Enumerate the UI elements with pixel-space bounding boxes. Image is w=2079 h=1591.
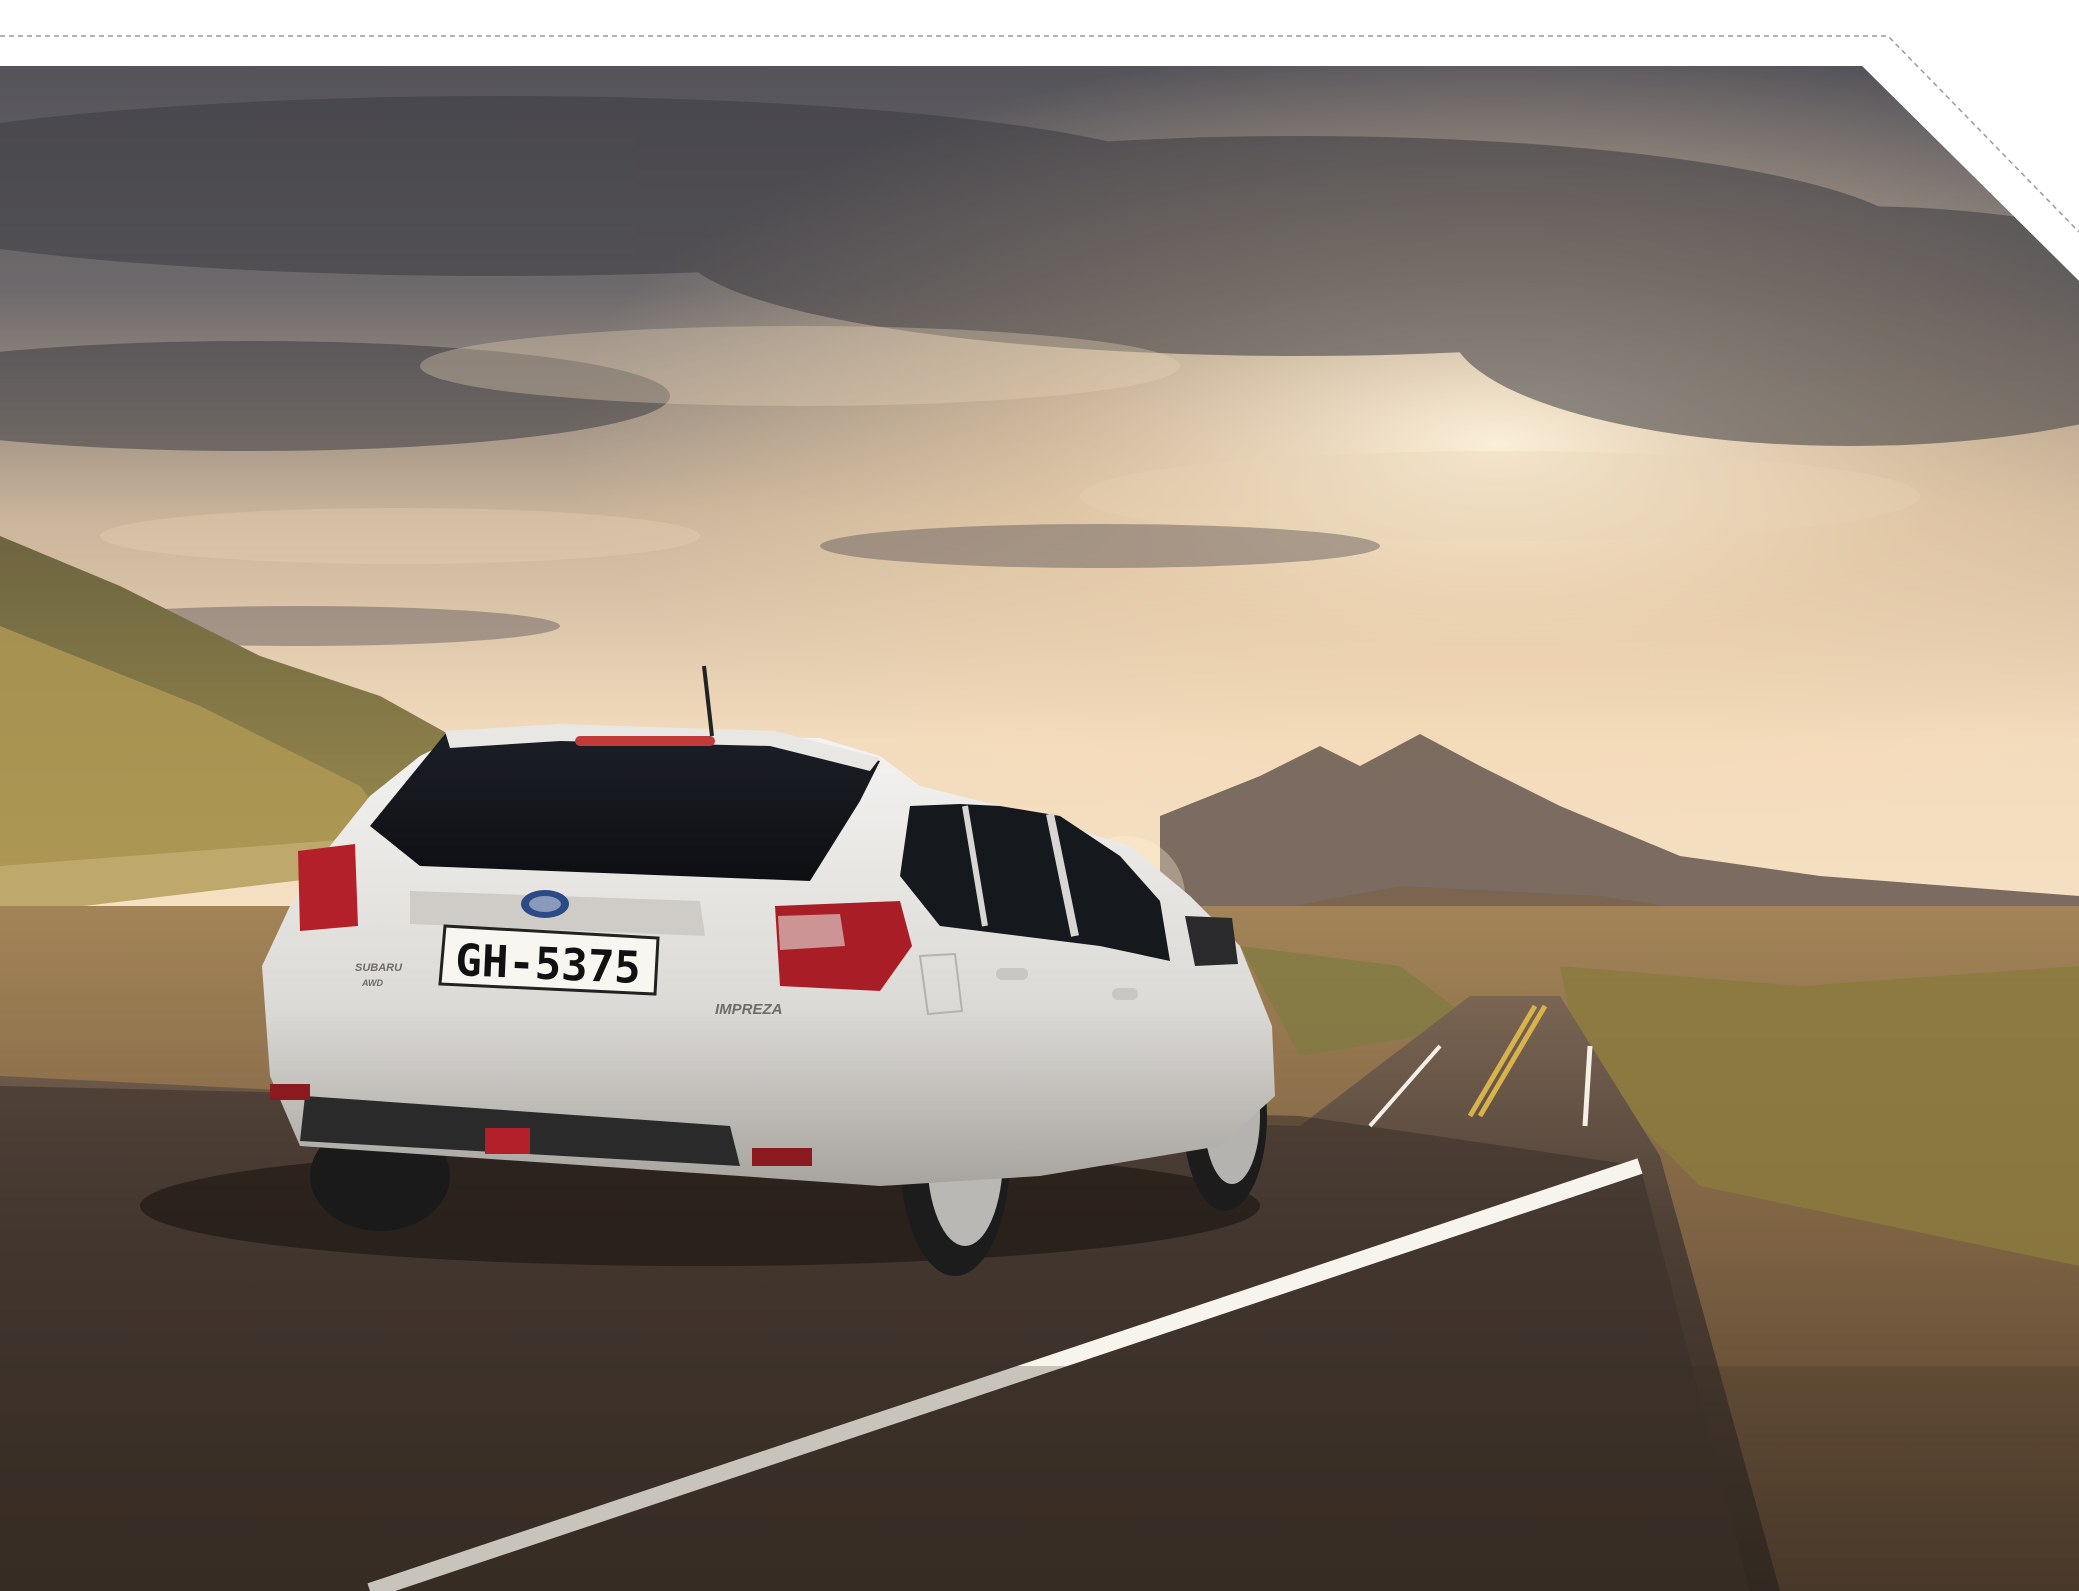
road-scene-illustration: GH-5375 IMPREZA SUBARU AWD [0,66,2079,1591]
license-plate-text: GH-5375 [454,935,641,994]
hero-photo: GH-5375 IMPREZA SUBARU AWD [0,66,2079,1591]
brand-badge-text: SUBARU [355,962,403,974]
brochure-page: GH-5375 IMPREZA SUBARU AWD [0,0,2079,1591]
drive-badge-text: AWD [361,978,383,988]
model-badge-text: IMPREZA [715,1001,783,1018]
